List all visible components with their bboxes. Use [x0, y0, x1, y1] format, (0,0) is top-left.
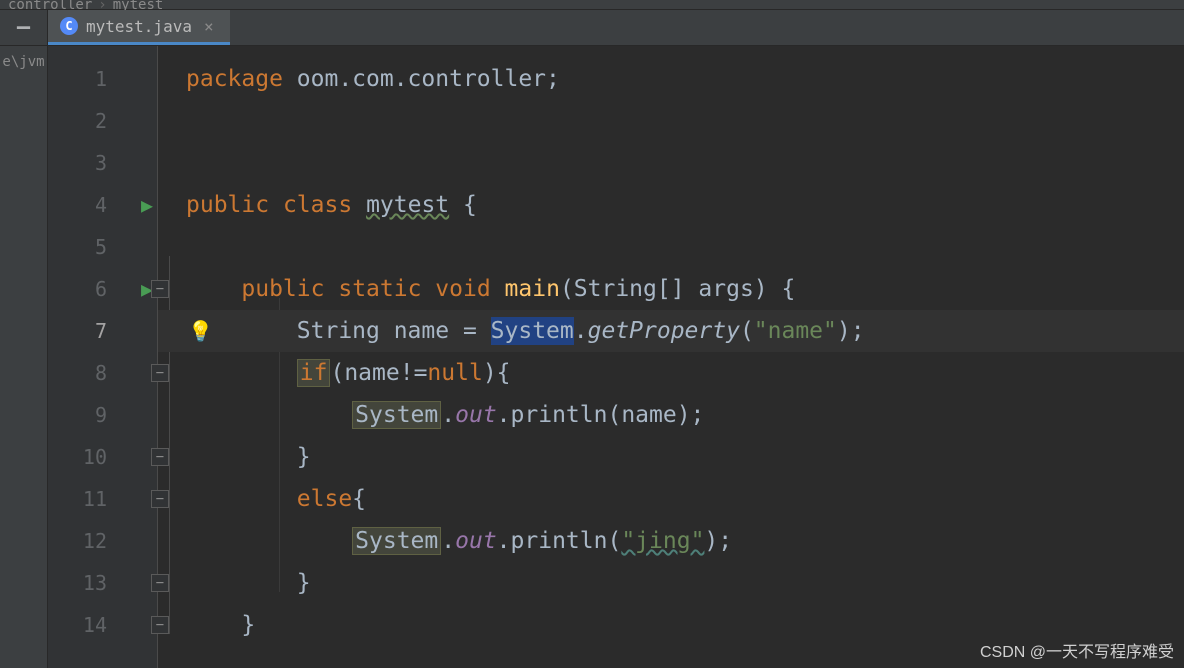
line-number: 7 [95, 319, 107, 343]
fold-minus-icon[interactable]: − [151, 616, 169, 634]
code-line: if(name!=null){ [158, 352, 1184, 394]
bulb-icon[interactable]: 💡 [188, 319, 213, 343]
line-number: 9 [95, 403, 107, 427]
java-class-icon: C [60, 17, 78, 35]
watermark: CSDN @一天不写程序难受 [980, 638, 1174, 662]
line-number: 5 [95, 235, 107, 259]
line-number: 1 [95, 67, 107, 91]
line-number: 13 [83, 571, 107, 595]
line-number: 10 [83, 445, 107, 469]
fold-minus-icon[interactable]: − [151, 490, 169, 508]
line-number: 3 [95, 151, 107, 175]
code-line [158, 100, 1184, 142]
line-number: 4 [95, 193, 107, 217]
editor-gutter: 1 2 3 4▶ 5 6▶− 7💡 8− 9 10− 11− 12 13− 14… [48, 46, 158, 668]
breadcrumb: controller › mytest [0, 0, 1184, 10]
tab-label: mytest.java [86, 17, 192, 36]
code-line: String name = System.getProperty("name")… [158, 310, 1184, 352]
line-number: 14 [83, 613, 107, 637]
code-line: } [158, 562, 1184, 604]
line-number: 2 [95, 109, 107, 133]
line-number: 6 [95, 277, 107, 301]
code-line: public static void main(String[] args) { [158, 268, 1184, 310]
code-line [158, 226, 1184, 268]
close-icon[interactable]: × [204, 17, 214, 36]
code-line: else{ [158, 478, 1184, 520]
tool-window-label[interactable]: e\jvm [0, 46, 48, 668]
fold-minus-icon[interactable]: − [151, 448, 169, 466]
line-number: 8 [95, 361, 107, 385]
code-line [158, 142, 1184, 184]
code-line: } [158, 436, 1184, 478]
code-line: public class mytest { [158, 184, 1184, 226]
fold-minus-icon[interactable]: − [151, 574, 169, 592]
line-number: 11 [83, 487, 107, 511]
tab-mytest[interactable]: C mytest.java × [48, 10, 230, 45]
code-line: System.out.println("jing"); [158, 520, 1184, 562]
editor-tab-row: — C mytest.java × [0, 10, 1184, 46]
fold-minus-icon[interactable]: − [151, 280, 169, 298]
minimize-icon[interactable]: — [0, 10, 48, 45]
fold-minus-icon[interactable]: − [151, 364, 169, 382]
run-gutter-icon[interactable]: ▶ [141, 193, 153, 217]
code-editor[interactable]: package oom.com.controller; public class… [158, 46, 1184, 668]
line-number: 12 [83, 529, 107, 553]
code-line: System.out.println(name); [158, 394, 1184, 436]
code-line: package oom.com.controller; [158, 58, 1184, 100]
